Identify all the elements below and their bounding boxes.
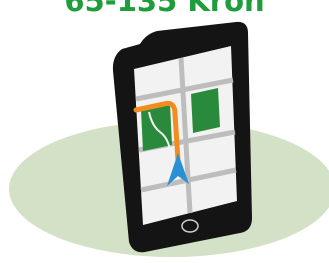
map-park-right <box>191 88 220 133</box>
navigation-phone-illustration <box>9 21 329 257</box>
